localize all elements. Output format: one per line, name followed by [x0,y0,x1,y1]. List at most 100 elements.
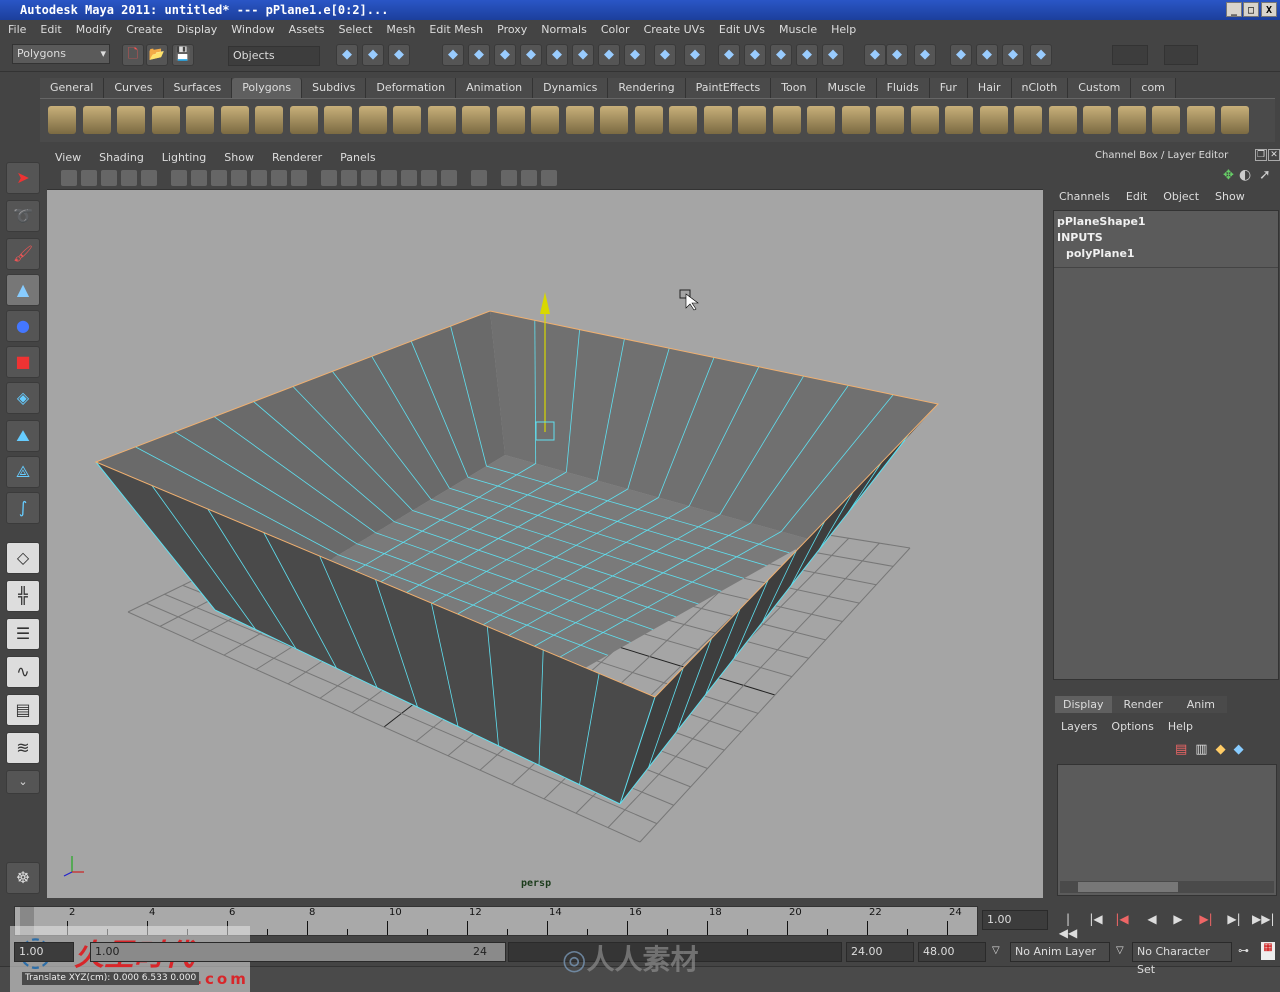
use-all-lights-icon[interactable] [401,170,417,186]
deformations-mask-icon[interactable]: ◆ [572,44,594,66]
dynamics-mask-icon[interactable]: ◆ [598,44,620,66]
bridge-icon[interactable] [634,106,663,134]
plane-icon[interactable] [186,106,214,134]
highlight-selection-icon[interactable]: ◆ [718,44,740,66]
offset-edge-loop-icon[interactable] [772,106,801,134]
anim-end-field[interactable]: 48.00 [918,942,986,962]
gate-mask-icon[interactable] [231,170,247,186]
surfaces-mask-icon[interactable]: ◆ [546,44,568,66]
menu-object[interactable]: Object [1163,190,1199,203]
step-back-key-icon[interactable]: |◀ [1086,912,1106,930]
menu-select[interactable]: Select [338,20,372,40]
shelf-tab-painteffects[interactable]: PaintEffects [685,78,772,98]
shelf-tab-dynamics[interactable]: Dynamics [533,78,609,98]
new-scene-icon[interactable]: 🗋 [122,44,144,66]
maximize-button[interactable]: □ [1243,2,1259,17]
bookmarks-icon[interactable] [101,170,117,186]
shelf-tab-subdivs[interactable]: Subdivs [302,78,367,98]
rendering-mask-icon[interactable]: ◆ [624,44,646,66]
playback-end-field[interactable]: 24.00 [846,942,914,962]
xray-icon[interactable] [501,170,517,186]
four-view-layout-icon[interactable]: ╬ [6,580,40,612]
mirror-geometry-icon[interactable] [1221,106,1249,134]
step-forward-key-icon[interactable]: ▶| [1224,912,1244,930]
smooth-shade-icon[interactable] [341,170,357,186]
render-settings-icon[interactable]: ◆ [976,44,998,66]
two-d-pan-zoom-icon[interactable] [141,170,157,186]
time-slider[interactable]: 124681012141618202224 [14,906,978,936]
uv-planar-icon[interactable] [1014,106,1042,134]
pipe-icon[interactable] [289,106,318,134]
menuset-dropdown[interactable]: Polygons ▾ [12,44,110,64]
textured-icon[interactable] [381,170,397,186]
menu-show[interactable]: Show [1215,190,1245,203]
bevel-icon[interactable] [807,106,835,134]
move-manipulator-y-arrow[interactable] [540,292,550,314]
more-layouts-icon[interactable]: ⌄ [6,770,40,794]
insert-edge-loop-icon[interactable] [738,106,766,134]
uv-editor-icon[interactable] [1152,106,1180,134]
character-set-dropdown[interactable]: No Character Set [1132,942,1232,976]
hypershade-layout-icon[interactable]: ▤ [6,694,40,726]
wireframe-on-shaded-icon[interactable] [361,170,377,186]
show-hide-attribute-editor-icon[interactable]: ◆ [1030,44,1052,66]
make-live-icon[interactable]: ◆ [864,44,886,66]
shelf-tab-rendering[interactable]: Rendering [608,78,686,98]
cube-icon[interactable] [82,106,111,134]
go-to-start-icon[interactable]: |◀◀ [1058,912,1078,940]
boolean-icon[interactable] [496,106,525,134]
new-layer-icon[interactable]: ▤ [1175,742,1187,757]
rotate-tool-icon[interactable]: ● [6,310,40,342]
soccer-ball-icon[interactable] [324,106,352,134]
shelf-tab-hair[interactable]: Hair [967,78,1012,98]
panel-menu-view[interactable]: View [55,148,81,168]
menu-assets[interactable]: Assets [289,20,325,40]
preferences-icon[interactable]: ▦ [1261,942,1275,960]
panel-menu-shading[interactable]: Shading [99,148,144,168]
isolate-select-icon[interactable] [471,170,487,186]
move-down-icon[interactable]: ◆ [1234,742,1244,757]
select-by-component-type-icon[interactable]: ◆ [388,44,410,66]
separate-icon[interactable] [393,106,421,134]
misc-mask-icon[interactable]: ◆ [654,44,676,66]
paint-select-tool-icon[interactable]: 🖌 [6,238,40,270]
menu-normals[interactable]: Normals [541,20,587,40]
uv-automatic-icon[interactable] [1117,106,1146,134]
shelf-tab-polygons[interactable]: Polygons [232,78,303,98]
step-back-frame-icon[interactable]: |◀ [1112,912,1132,930]
wireframe-icon[interactable] [321,170,337,186]
dope-sheet-layout-icon[interactable]: ≋ [6,732,40,764]
graph-layout-icon[interactable]: ∿ [6,656,40,688]
menu-edit-uvs[interactable]: Edit UVs [719,20,765,40]
grid-icon[interactable] [171,170,187,186]
ipr-render-icon[interactable]: ◆ [950,44,972,66]
uv-spherical-icon[interactable] [1083,106,1111,134]
menu-modify[interactable]: Modify [76,20,112,40]
tab-render[interactable]: Render [1111,696,1175,713]
open-scene-icon[interactable]: 📂 [146,44,168,66]
menu-help[interactable]: Help [831,20,856,40]
use-default-light-icon[interactable] [421,170,437,186]
menu-channels[interactable]: Channels [1059,190,1110,203]
shelf-tab-surfaces[interactable]: Surfaces [163,78,233,98]
menu-edit[interactable]: Edit [1126,190,1147,203]
close-button[interactable]: X [1261,2,1277,17]
construction-history-icon[interactable]: ◆ [886,44,908,66]
cone-icon[interactable] [151,106,180,134]
symmetry-icon[interactable] [541,170,557,186]
merge-edges-icon[interactable] [876,106,904,134]
hypershade-icon[interactable]: ◆ [1002,44,1024,66]
prism-icon[interactable] [255,106,283,134]
new-layer-selected-icon[interactable]: ▥ [1195,742,1207,757]
horizontal-scrollbar[interactable] [1060,881,1274,893]
sculpt-icon[interactable] [979,106,1008,134]
transfer-attributes-icon[interactable] [565,106,594,134]
play-backwards-icon[interactable]: ◀ [1142,912,1162,930]
single-view-layout-icon[interactable]: ◇ [6,542,40,574]
snap-view-plane-icon[interactable]: ◆ [822,44,844,66]
lasso-tool-icon[interactable]: ➰ [6,200,40,232]
shelf-tab-ncloth[interactable]: nCloth [1011,78,1069,98]
shelf-tab-com[interactable]: com [1131,78,1176,98]
combine-icon[interactable] [358,106,387,134]
uv-cylindrical-icon[interactable] [1048,106,1077,134]
